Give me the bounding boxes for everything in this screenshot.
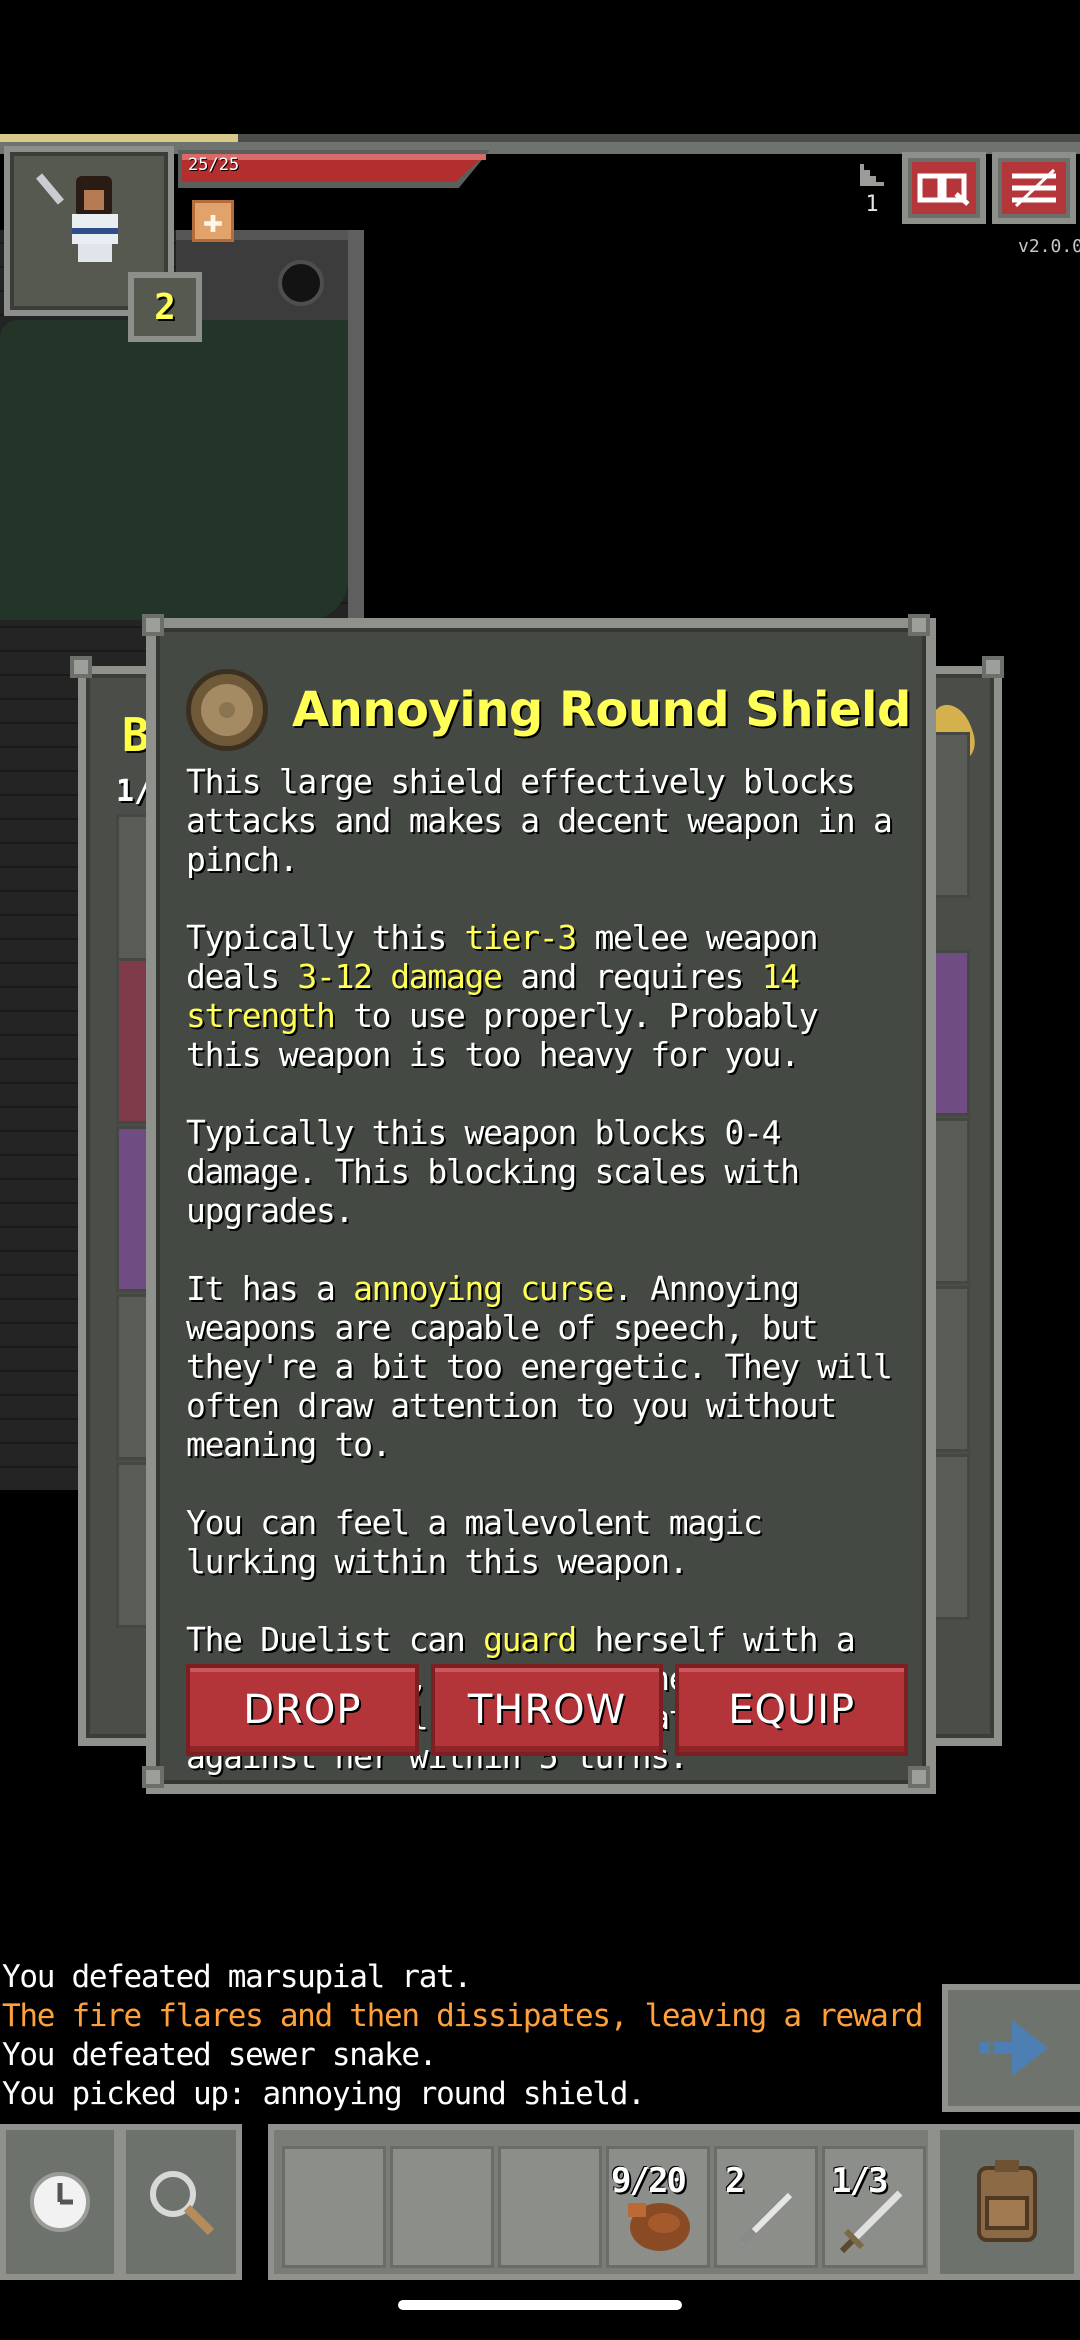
throw-button[interactable]: THROW [430, 1664, 664, 1756]
experience-bar [0, 134, 1080, 142]
message-log: You defeated marsupial rat. The fire fla… [2, 1958, 1062, 2114]
log-line: You defeated marsupial rat. [2, 1959, 472, 1995]
resume-arrow-icon [980, 2020, 1048, 2076]
desc-paragraph: It has a annoying curse. Annoying weapon… [186, 1269, 893, 1464]
item-actions: DROP THROW EQUIP [186, 1664, 909, 1756]
bottom-toolbar: 9/20 2 1/3 [0, 2124, 1080, 2280]
journal-icon [917, 173, 970, 206]
dungeon-wall-top [176, 230, 364, 320]
item-info-window: Annoying Round Shield This large shield … [146, 618, 936, 1794]
quickslot-empty[interactable] [498, 2146, 602, 2268]
menu-icon [1012, 168, 1056, 208]
clock-icon [30, 2172, 90, 2232]
resume-button[interactable] [942, 1984, 1080, 2112]
sewer-hole [278, 260, 324, 306]
log-line: You picked up: annoying round shield. [2, 2076, 646, 2112]
health-text: 25/25 [188, 155, 240, 175]
depth-number: 1 [865, 192, 879, 217]
sword-charges: 1/3 [831, 2161, 888, 2201]
menu-button[interactable] [992, 152, 1076, 224]
experience-fill [0, 134, 238, 142]
waterskin-charges: 9/20 [611, 2161, 687, 2201]
health-bar: 25/25 [178, 150, 490, 188]
quickslot-empty[interactable] [390, 2146, 494, 2268]
damage-highlight: 3-12 damage [297, 957, 503, 996]
stairs-icon [860, 164, 884, 186]
dart-icon [739, 2192, 793, 2246]
dungeon-grass [0, 320, 348, 620]
drop-button[interactable]: DROP [186, 1664, 419, 1756]
curse-highlight: annoying curse [353, 1269, 614, 1308]
quickslot-sword[interactable]: 1/3 [822, 2146, 926, 2268]
window-corner [70, 656, 92, 678]
quickslot-empty[interactable] [282, 2146, 386, 2268]
window-corner [142, 1766, 164, 1788]
darts-count: 2 [725, 2161, 746, 2201]
equip-button[interactable]: EQUIP [675, 1664, 909, 1756]
quickslot-darts[interactable]: 2 [714, 2146, 818, 2268]
depth-indicator: 1 [852, 160, 892, 226]
medic-cross-icon[interactable]: ✚ [192, 200, 234, 242]
wait-button[interactable] [0, 2124, 120, 2280]
hero-level-badge: 2 [128, 272, 202, 342]
backpack-icon [977, 2160, 1037, 2242]
backpack-button[interactable] [934, 2124, 1080, 2280]
item-title: Annoying Round Shield [292, 682, 911, 738]
item-header: Annoying Round Shield [186, 668, 911, 752]
item-description: This large shield effectively blocks att… [186, 762, 910, 1776]
hero-level: 2 [154, 286, 176, 328]
version-label: v2.0.0 [1018, 236, 1080, 257]
magnifier-icon [150, 2171, 215, 2236]
search-button[interactable] [120, 2124, 242, 2280]
window-corner [982, 656, 1004, 678]
quickslot-bar: 9/20 2 1/3 [268, 2124, 934, 2280]
quickslot-waterskin[interactable]: 9/20 [606, 2146, 710, 2268]
tier-highlight: tier-3 [464, 918, 578, 957]
hero-avatar [36, 173, 126, 262]
desc-paragraph: Typically this weapon blocks 0-4 damage.… [186, 1113, 800, 1230]
log-line: The fire flares and then dissipates, lea… [2, 1998, 1062, 2034]
desc-paragraph: Typically this tier-3 melee weapon deals… [186, 918, 819, 1074]
window-corner [908, 614, 930, 636]
round-shield-icon [186, 669, 268, 751]
window-corner [142, 614, 164, 636]
desc-paragraph: You can feel a malevolent magic lurking … [186, 1503, 763, 1581]
log-line: You defeated sewer snake. [2, 2037, 437, 2073]
window-corner [908, 1766, 930, 1788]
desc-paragraph: This large shield effectively blocks att… [186, 762, 893, 879]
home-indicator[interactable] [398, 2300, 682, 2310]
journal-button[interactable] [902, 152, 986, 224]
guard-highlight: guard [483, 1620, 577, 1659]
